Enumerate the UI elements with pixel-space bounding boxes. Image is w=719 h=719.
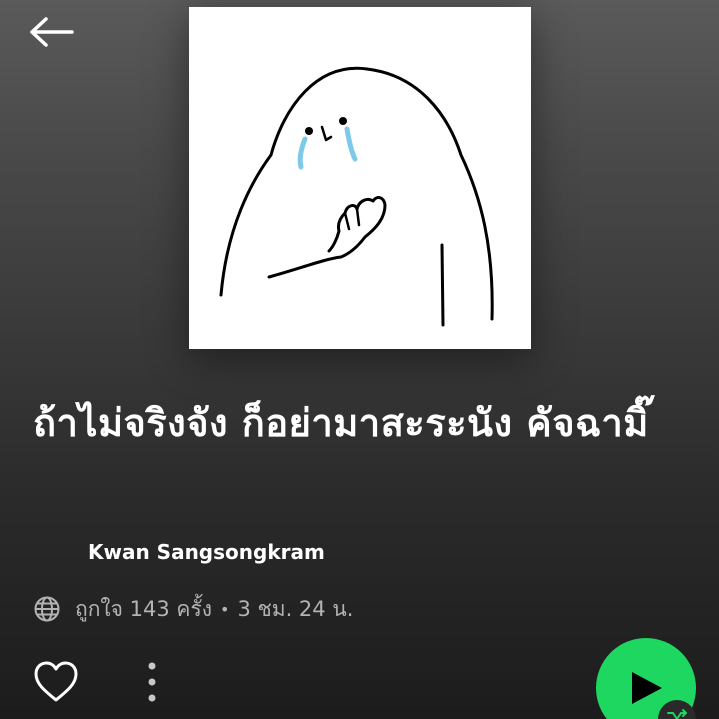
shuffle-icon [667, 709, 687, 719]
like-button[interactable] [33, 660, 79, 704]
play-icon [632, 672, 662, 704]
avatar [33, 535, 73, 569]
heart-outline-icon [34, 661, 78, 702]
more-vertical-icon [148, 662, 156, 702]
playlist-meta: ถูกใจ 143 ครั้ง • 3 ชม. 24 น. [33, 590, 353, 628]
owner-name[interactable]: Kwan Sangsongkram [88, 540, 325, 564]
meta-separator: • [220, 599, 230, 619]
playlist-title: ถ้าไม่จริงจัง ก็อย่ามาสะระนัง คัจฉามิ๊ [33, 401, 649, 445]
playlist-duration: 3 ชม. 24 น. [237, 596, 354, 621]
globe-icon [34, 596, 60, 622]
crying-ghost-illustration [219, 66, 494, 327]
more-options-button[interactable] [138, 658, 166, 706]
likes-count: ถูกใจ 143 ครั้ง [75, 596, 213, 621]
owner-row[interactable]: Kwan Sangsongkram [33, 535, 325, 569]
back-button[interactable] [24, 10, 78, 54]
playlist-cover [189, 7, 531, 349]
arrow-left-icon [30, 17, 74, 47]
